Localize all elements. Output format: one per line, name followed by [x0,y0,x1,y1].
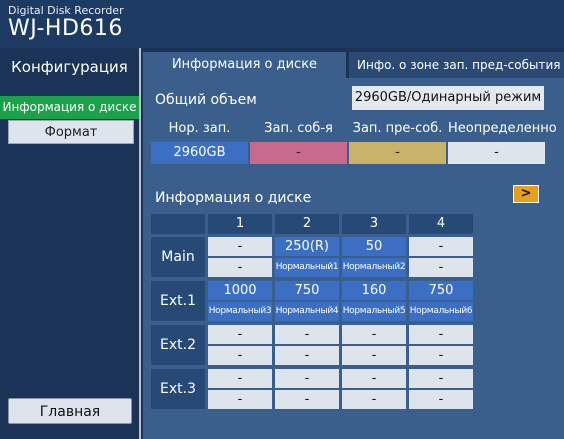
capacity-header-event: Зап. соб-я [250,118,347,140]
disk-status-cell: Нормальный3 [208,302,272,321]
grid-column-header: 3 [342,214,406,234]
total-capacity-label: Общий объем [155,92,257,108]
disk-capacity-cell: - [208,237,272,256]
grid-row-label: Ext.1 [151,281,205,321]
capacity-value-undefined: - [448,142,545,164]
disk-status-cell: Нормальный6 [409,302,473,321]
capacity-value-pre-event: - [349,142,446,164]
tab-pre-event-info[interactable]: Инфо. о зоне зап. пред-события [349,52,564,78]
disk-capacity-cell: - [275,369,339,388]
disk-capacity-cell: 750 [409,281,473,300]
disk-capacity-cell: - [409,369,473,388]
model-name: WJ-HD616 [8,16,123,41]
sidebar-item-disk-info[interactable]: Информация о диске [0,96,139,119]
disk-status-cell: - [275,346,339,365]
grid-row-label: Ext.2 [151,325,205,365]
disk-status-cell: - [208,390,272,409]
capacity-header-undefined: Неопределенно [448,118,557,140]
disk-capacity-cell: - [275,325,339,344]
next-page-button[interactable]: > [513,185,539,203]
sidebar-item-format[interactable]: Формат [8,120,134,144]
disk-status-cell: - [342,346,406,365]
grid-row-label: Ext.3 [151,369,205,409]
disk-status-cell: - [342,390,406,409]
sidebar-title: Конфигурация [11,58,128,76]
disk-status-cell: - [275,390,339,409]
disk-capacity-cell: - [208,325,272,344]
title-bar: Digital Disk Recorder WJ-HD616 [0,0,564,48]
disk-capacity-cell: - [409,237,473,256]
grid-row-label: Main [151,237,205,277]
disk-status-cell: - [409,258,473,277]
disk-capacity-cell: 750 [275,281,339,300]
disk-capacity-cell: - [342,369,406,388]
disk-capacity-cell: 160 [342,281,406,300]
capacity-value-event: - [250,142,347,164]
disk-status-cell: - [409,346,473,365]
total-capacity-value: 2960GB/Одинарный режим [352,86,544,110]
grid-column-header: 1 [208,214,272,234]
disk-capacity-cell: 250(R) [275,237,339,256]
home-button[interactable]: Главная [8,398,132,424]
grid-column-header: 4 [409,214,473,234]
disk-capacity-cell: - [342,325,406,344]
capacity-header-pre-event: Зап. пре-соб. [349,118,446,140]
grid-column-header: 2 [275,214,339,234]
disk-status-cell: Нормальный2 [342,258,406,277]
disk-status-cell: - [208,258,272,277]
capacity-header-normal: Нор. зап. [151,118,248,140]
disk-info-panel: Общий объем 2960GB/Одинарный режим Нор. … [143,78,564,439]
tab-bar: Информация о диске Инфо. о зоне зап. пре… [143,48,564,78]
disk-status-cell: Нормальный4 [275,302,339,321]
disk-capacity-cell: 1000 [208,281,272,300]
disk-capacity-cell: 50 [342,237,406,256]
disk-capacity-cell: - [208,369,272,388]
disk-status-cell: Нормальный1 [275,258,339,277]
disk-capacity-cell: - [409,325,473,344]
grid-corner [151,214,205,234]
disk-status-cell: - [409,390,473,409]
tab-disk-info[interactable]: Информация о диске [143,52,346,78]
disk-info-label: Информация о диске [155,190,312,206]
capacity-value-normal: 2960GB [151,142,248,164]
sidebar: Конфигурация Информация о диске Формат Г… [0,48,141,439]
disk-status-cell: Нормальный5 [342,302,406,321]
disk-status-cell: - [208,346,272,365]
